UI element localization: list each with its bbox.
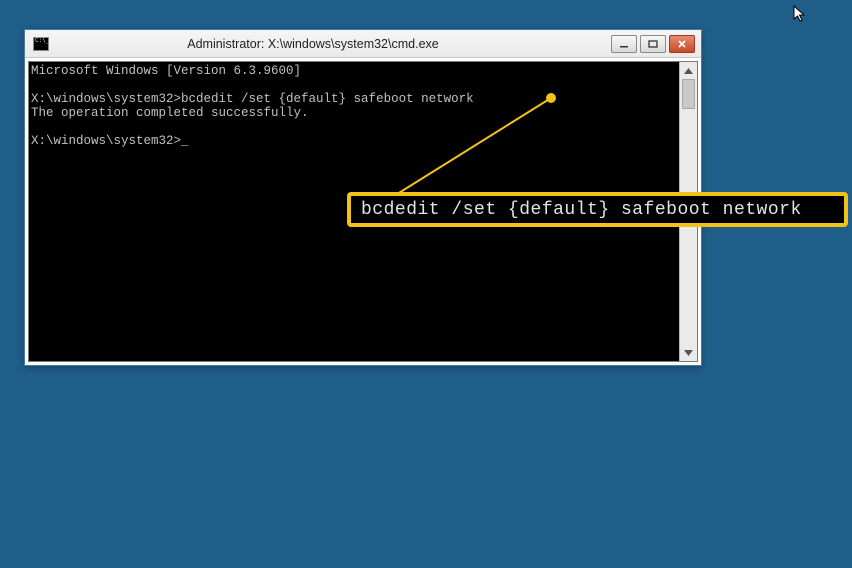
chevron-up-icon bbox=[684, 68, 693, 74]
prompt-1: X:\windows\system32> bbox=[31, 92, 181, 106]
prompt-2: X:\windows\system32> bbox=[31, 134, 181, 148]
callout-text: bcdedit /set {default} safeboot network bbox=[361, 200, 802, 220]
result-1: The operation completed successfully. bbox=[31, 106, 309, 120]
close-button[interactable] bbox=[669, 35, 695, 53]
cmd-app-icon bbox=[33, 37, 49, 51]
mouse-cursor-icon bbox=[793, 5, 807, 23]
version-line: Microsoft Windows [Version 6.3.9600] bbox=[31, 64, 301, 78]
scroll-thumb[interactable] bbox=[682, 79, 695, 109]
input-cursor: _ bbox=[181, 134, 189, 148]
command-1: bcdedit /set {default} safeboot network bbox=[181, 92, 474, 106]
maximize-icon bbox=[648, 40, 658, 48]
callout-box: bcdedit /set {default} safeboot network bbox=[347, 192, 848, 227]
chevron-down-icon bbox=[684, 350, 693, 356]
window-buttons bbox=[611, 35, 695, 53]
scroll-up-button[interactable] bbox=[680, 62, 697, 79]
titlebar[interactable]: Administrator: X:\windows\system32\cmd.e… bbox=[25, 30, 701, 58]
close-icon bbox=[677, 40, 687, 48]
window-title: Administrator: X:\windows\system32\cmd.e… bbox=[15, 37, 611, 51]
maximize-button[interactable] bbox=[640, 35, 666, 53]
scroll-down-button[interactable] bbox=[680, 344, 697, 361]
minimize-icon bbox=[619, 40, 629, 48]
minimize-button[interactable] bbox=[611, 35, 637, 53]
